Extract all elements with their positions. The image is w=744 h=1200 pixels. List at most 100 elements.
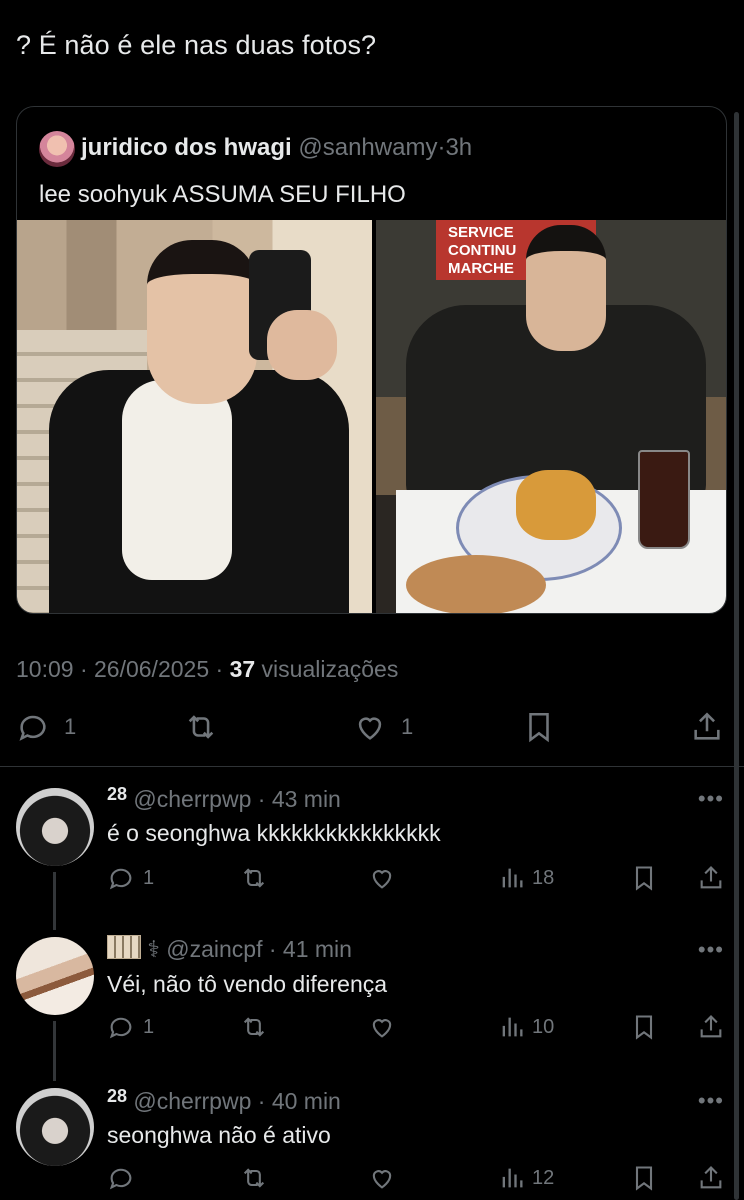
awning-line: MARCHE	[448, 260, 514, 277]
reply-actions: 1 10	[0, 1013, 744, 1047]
share-icon	[700, 1015, 722, 1038]
person-head	[147, 240, 257, 404]
avatar[interactable]	[16, 788, 94, 866]
reply-header: 28 @cherrpwp · 40 min	[107, 1086, 341, 1115]
share-button[interactable]	[697, 1164, 725, 1192]
reply-actions: 1 18	[0, 864, 744, 898]
views-count: 18	[532, 866, 555, 889]
bookmark-icon	[635, 1015, 653, 1040]
tweet-actions: 1 1	[0, 708, 744, 752]
reply-icon	[109, 868, 132, 890]
reply-button[interactable]: 1	[107, 864, 154, 892]
reply-header: ⚕ @zaincpf · 41 min	[107, 935, 352, 963]
more-icon[interactable]: •••	[698, 937, 724, 963]
views-button[interactable]: 12	[498, 1164, 554, 1192]
author-handle: @zaincpf	[166, 936, 263, 962]
photo-mirror-selfie[interactable]	[17, 220, 372, 613]
bookmark-button[interactable]	[630, 1013, 658, 1041]
hand	[267, 310, 337, 380]
quoted-tweet-time: 3h	[445, 134, 473, 161]
reply-icon	[109, 1168, 132, 1190]
reply-text: é o seonghwa kkkkkkkkkkkkkkkk	[107, 820, 441, 846]
views-count: 12	[532, 1166, 555, 1189]
views-icon	[502, 1017, 523, 1037]
retweet-icon	[243, 1017, 265, 1037]
reply-icon	[109, 1017, 132, 1039]
quoted-tweet-card[interactable]: juridico dos hwagi @sanhwamy·3h lee sooh…	[16, 106, 727, 614]
bookmark-icon	[635, 866, 653, 891]
more-icon[interactable]: •••	[698, 786, 724, 812]
like-count: 1	[401, 714, 414, 739]
divider	[0, 766, 744, 767]
views-count: 10	[532, 1015, 555, 1038]
share-icon	[694, 712, 720, 740]
views-icon	[502, 868, 523, 888]
bread-basket	[406, 555, 546, 613]
reply-icon	[19, 715, 46, 741]
retweet-icon	[188, 715, 214, 739]
quoted-author-handle: @sanhwamy	[298, 134, 438, 161]
views-count: 37	[229, 656, 256, 682]
views-button[interactable]: 10	[498, 1013, 554, 1041]
like-icon	[372, 870, 392, 889]
author-name[interactable]: 28	[107, 1086, 127, 1106]
reply-actions: 12	[0, 1164, 744, 1198]
author-handle: @cherrpwp	[133, 786, 252, 812]
separator-dot: ·	[209, 656, 230, 682]
like-button[interactable]	[368, 864, 396, 892]
reply-count: 1	[143, 1015, 155, 1038]
tweet-text: ? É não é ele nas duas fotos?	[16, 30, 377, 60]
share-icon	[700, 866, 722, 889]
bookmark-icon	[635, 1166, 653, 1191]
person-head	[526, 225, 606, 351]
retweet-button[interactable]	[240, 864, 268, 892]
retweet-icon	[243, 1168, 265, 1188]
quoted-author-avatar[interactable]	[39, 131, 75, 167]
retweet-button[interactable]	[184, 710, 218, 744]
like-icon	[358, 717, 382, 740]
share-button[interactable]	[697, 1013, 725, 1041]
reply-button[interactable]: 1	[16, 710, 76, 744]
reply-header: 28 @cherrpwp · 43 min	[107, 784, 341, 813]
reply-time: · 41 min	[268, 936, 352, 962]
share-button[interactable]	[697, 864, 725, 892]
drink-glass	[638, 450, 690, 549]
tweet-meta: 10:09 · 26/06/2025 · 37 visualizações	[16, 656, 398, 683]
more-icon[interactable]: •••	[698, 1088, 724, 1114]
reply-count: 1	[64, 714, 77, 739]
quoted-tweet-header: juridico dos hwagi @sanhwamy·3h	[81, 134, 472, 162]
bookmark-button[interactable]	[630, 1164, 658, 1192]
quoted-author-name[interactable]: juridico dos hwagi	[81, 134, 292, 161]
quoted-tweet-media: SERVICE CONTINU MARCHE	[17, 220, 726, 613]
white-cravat	[122, 380, 232, 580]
photo-restaurant[interactable]: SERVICE CONTINU MARCHE	[376, 220, 726, 613]
retweet-button[interactable]	[240, 1013, 268, 1041]
avatar[interactable]	[16, 937, 94, 1015]
avatar[interactable]	[16, 1088, 94, 1166]
reply-button[interactable]: 1	[107, 1013, 154, 1041]
author-name[interactable]: 28	[107, 784, 127, 804]
awning-text: SERVICE CONTINU MARCHE	[448, 224, 516, 278]
reply-time: · 40 min	[257, 1088, 341, 1114]
reply-time: · 43 min	[257, 786, 341, 812]
like-button[interactable]: 1	[353, 710, 413, 744]
retweet-button[interactable]	[240, 1164, 268, 1192]
share-icon	[700, 1166, 722, 1189]
like-button[interactable]	[368, 1164, 396, 1192]
views-button[interactable]: 18	[498, 864, 554, 892]
reply-count: 1	[143, 866, 155, 889]
tweet-timestamp[interactable]: 10:09 · 26/06/2025	[16, 656, 209, 682]
reply-button[interactable]	[107, 1164, 143, 1192]
bookmark-button[interactable]	[522, 710, 556, 744]
author-handle: @cherrpwp	[133, 1088, 252, 1114]
like-icon	[372, 1019, 392, 1038]
bookmark-button[interactable]	[630, 864, 658, 892]
film-emoji-icon	[107, 935, 141, 959]
views-icon	[502, 1168, 523, 1188]
like-button[interactable]	[368, 1013, 396, 1041]
retweet-icon	[243, 868, 265, 888]
author-name[interactable]: ⚕	[147, 936, 159, 962]
like-icon	[372, 1170, 392, 1189]
share-button[interactable]	[690, 710, 724, 744]
quoted-tweet-text: lee soohyuk ASSUMA SEU FILHO	[39, 181, 406, 208]
